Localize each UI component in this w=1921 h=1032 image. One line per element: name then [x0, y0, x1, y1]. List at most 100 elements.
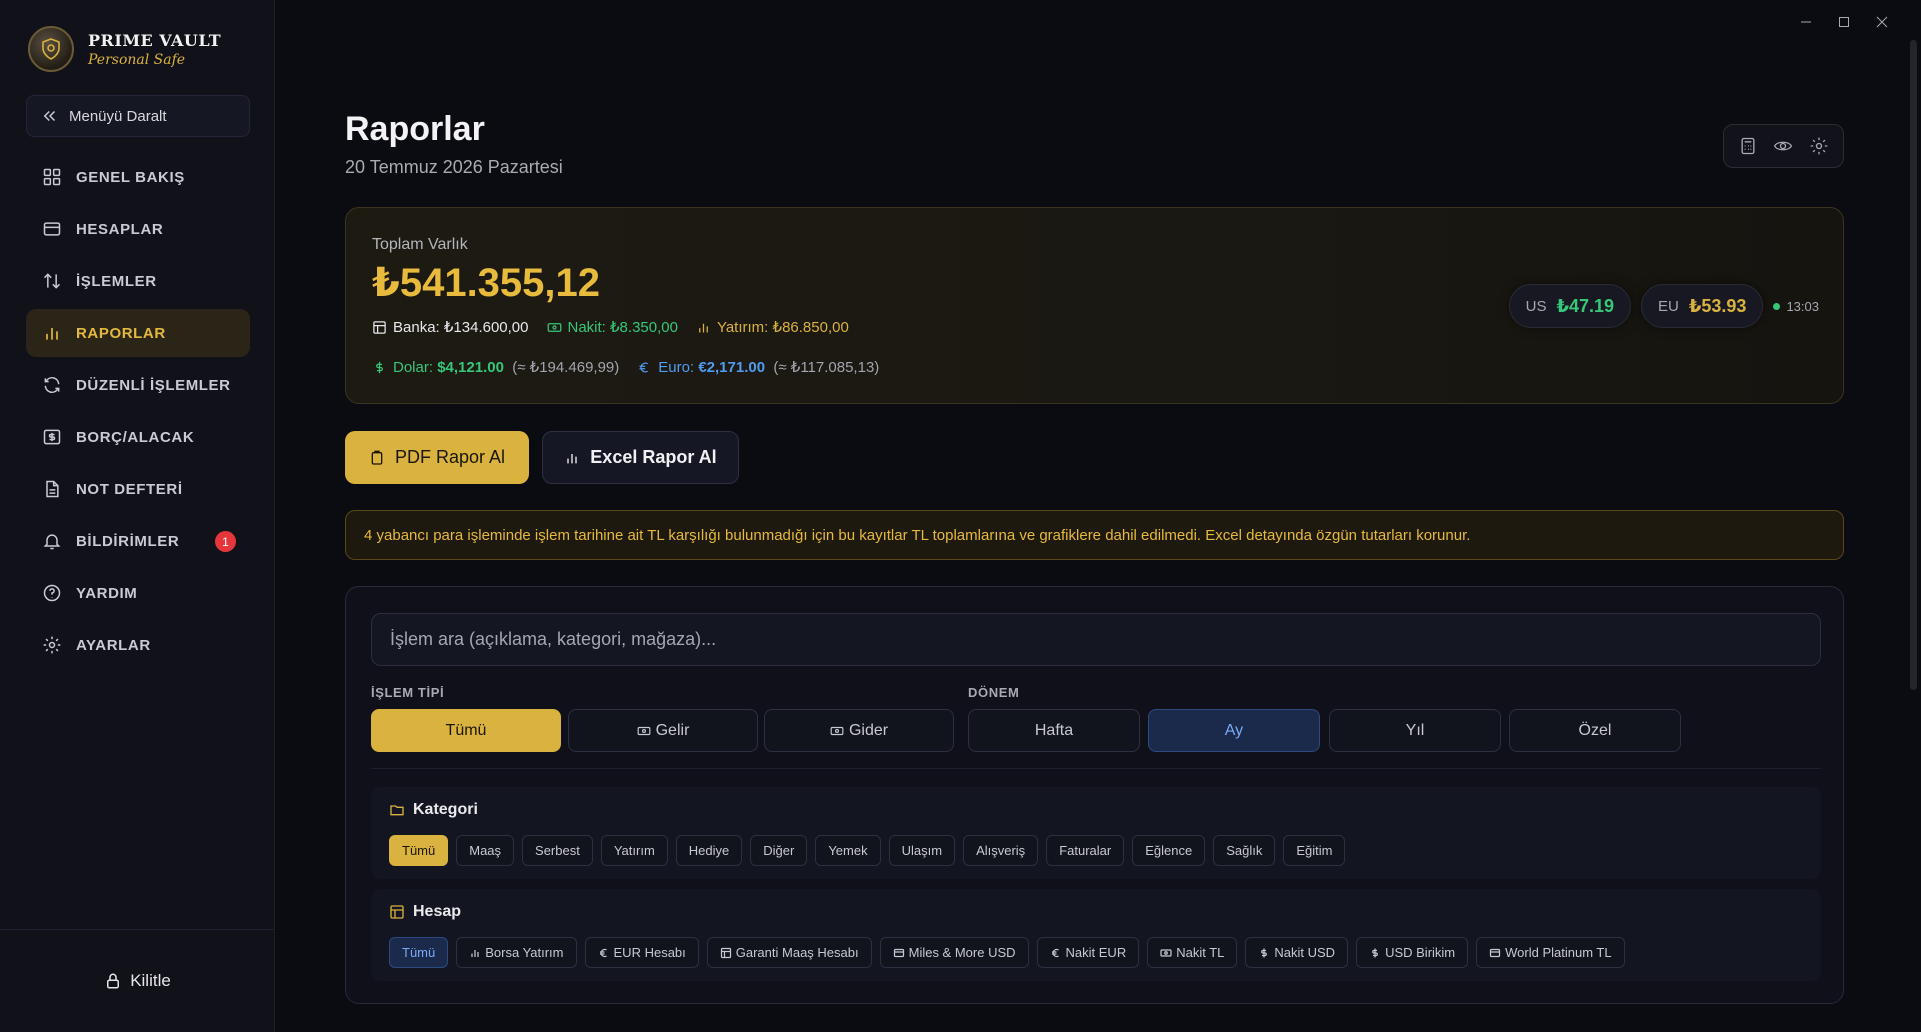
folder-icon — [390, 805, 404, 816]
sidebar-item-label: BORÇ/ALACAK — [76, 428, 195, 446]
category-chip[interactable]: Alışveriş — [963, 835, 1039, 866]
card-icon — [43, 222, 61, 236]
maximize-button[interactable] — [1825, 12, 1863, 32]
category-chip[interactable]: Maaş — [456, 835, 515, 866]
dollar-icon — [1372, 948, 1378, 957]
period-month-button[interactable]: Ay — [1148, 709, 1320, 752]
transaction-type-label: İŞLEM TİPİ — [371, 685, 445, 700]
bar-chart-icon — [699, 323, 708, 332]
period-year-button[interactable]: Yıl — [1329, 709, 1501, 752]
sidebar-item-label: HESAPLAR — [76, 220, 164, 238]
fx-warning-banner: 4 yabancı para işleminde işlem tarihine … — [345, 510, 1844, 560]
refresh-icon — [44, 376, 60, 394]
total-assets-label: Toplam Varlık — [372, 236, 468, 253]
account-chip-label: Miles & More USD — [908, 945, 1016, 960]
sidebar-item-ayarlar[interactable]: AYARLAR — [26, 621, 250, 669]
account-chip[interactable]: Borsa Yatırım — [456, 937, 577, 968]
account-chip[interactable]: World Platinum TL — [1476, 937, 1625, 968]
account-chip-label: Nakit TL — [1176, 945, 1225, 960]
sidebar-item-yardim[interactable]: YARDIM — [26, 569, 250, 617]
category-chips: Tümü Maaş Serbest Yatırım Hediye Diğer Y… — [389, 835, 1353, 866]
account-chip[interactable]: Tümü — [389, 937, 449, 968]
period-week-button[interactable]: Hafta — [968, 709, 1140, 752]
sidebar-item-borc-alacak[interactable]: BORÇ/ALACAK — [26, 413, 250, 461]
category-chip[interactable]: Tümü — [389, 835, 449, 866]
lock-button[interactable]: Kilitle — [104, 971, 171, 991]
euro-icon — [599, 948, 607, 957]
category-chip[interactable]: Diğer — [750, 835, 808, 866]
filter-panel: İŞLEM TİPİ Tümü Gelir Gider DÖNEM Hafta … — [345, 586, 1844, 1004]
category-chip[interactable]: Hediye — [675, 835, 743, 866]
page-date: 20 Temmuz 2026 Pazartesi — [345, 157, 563, 177]
investment-total: Yatırım: ₺86.850,00 — [696, 318, 849, 336]
account-chip[interactable]: EUR Hesabı — [584, 937, 699, 968]
cash-icon — [547, 322, 561, 332]
dollar-icon — [376, 361, 383, 373]
category-chip[interactable]: Eğlence — [1132, 835, 1206, 866]
rates-updated: 13:03 — [1773, 299, 1819, 314]
notification-badge: 1 — [215, 531, 236, 552]
account-chip[interactable]: Nakit USD — [1245, 937, 1349, 968]
type-expense-button[interactable]: Gider — [764, 709, 954, 752]
close-button[interactable] — [1863, 12, 1901, 32]
investment-label: Yatırım: — [716, 318, 769, 336]
eye-icon[interactable] — [1773, 136, 1793, 156]
account-chip[interactable]: USD Birikim — [1356, 937, 1469, 968]
settings-icon[interactable] — [1809, 136, 1829, 156]
pdf-report-button[interactable]: PDF Rapor Al — [345, 431, 529, 484]
transaction-search-input[interactable] — [371, 613, 1821, 666]
cash-icon — [830, 726, 844, 735]
close-icon — [1876, 16, 1888, 28]
account-chip[interactable]: Nakit TL — [1147, 937, 1238, 968]
type-all-button[interactable]: Tümü — [371, 709, 561, 752]
usd-label: Dolar: — [393, 358, 434, 376]
page-title: Raporlar — [345, 110, 485, 148]
type-income-button[interactable]: Gelir — [568, 709, 758, 752]
category-chip[interactable]: Eğitim — [1283, 835, 1346, 866]
sidebar-item-raporlar[interactable]: RAPORLAR — [26, 309, 250, 357]
category-chip[interactable]: Sağlık — [1213, 835, 1276, 866]
bank-icon — [373, 320, 386, 334]
type-expense-label: Gider — [848, 721, 889, 739]
excel-report-button[interactable]: Excel Rapor Al — [542, 431, 739, 484]
money-icon — [43, 429, 61, 445]
cash-total: Nakit: ₺8.350,00 — [547, 318, 678, 336]
sidebar-item-duzenli-islemler[interactable]: DÜZENLİ İŞLEMLER — [26, 361, 250, 409]
category-chip[interactable]: Yemek — [815, 835, 881, 866]
calculator-icon[interactable] — [1738, 136, 1758, 156]
account-chip[interactable]: Nakit EUR — [1036, 937, 1140, 968]
sidebar-item-islemler[interactable]: İŞLEMLER — [26, 257, 250, 305]
period-custom-button[interactable]: Özel — [1509, 709, 1681, 752]
eur-value: €2,171.00 — [698, 358, 766, 376]
category-chip[interactable]: Ulaşım — [888, 835, 956, 866]
scrollbar[interactable] — [1910, 40, 1917, 690]
category-chip[interactable]: Yatırım — [600, 835, 668, 866]
account-chip[interactable]: Miles & More USD — [879, 937, 1029, 968]
sidebar-item-bildirimler[interactable]: BİLDİRİMLER 1 — [26, 517, 250, 565]
account-chip[interactable]: Garanti Maaş Hesabı — [706, 937, 872, 968]
account-chip-label: Garanti Maaş Hesabı — [735, 945, 859, 960]
category-chip[interactable]: Serbest — [522, 835, 593, 866]
sidebar-item-not-defteri[interactable]: NOT DEFTERİ — [26, 465, 250, 513]
account-chip-label: World Platinum TL — [1505, 945, 1612, 960]
lock-icon — [107, 973, 120, 989]
category-chip[interactable]: Faturalar — [1046, 835, 1125, 866]
minimize-button[interactable] — [1787, 12, 1825, 32]
cash-icon — [637, 726, 651, 735]
category-title: Kategori — [389, 801, 478, 819]
maximize-icon — [1839, 17, 1849, 27]
sidebar-item-genel-bakis[interactable]: GENEL BAKIŞ — [26, 153, 250, 201]
account-chip-label: Tümü — [402, 945, 436, 960]
period-label: DÖNEM — [968, 685, 1020, 700]
arrows-updown-icon — [43, 273, 61, 289]
sidebar-item-hesaplar[interactable]: HESAPLAR — [26, 205, 250, 253]
rate-code: EU — [1658, 297, 1679, 315]
brand: PRIME VAULT Personal Safe — [28, 26, 221, 72]
divider — [371, 768, 1821, 769]
collapse-menu-button[interactable]: Menüyü Daralt — [26, 95, 250, 137]
euro-icon — [639, 362, 649, 372]
account-chip-label: EUR Hesabı — [613, 945, 686, 960]
sidebar-footer: Kilitle — [0, 929, 275, 1032]
help-icon — [43, 584, 61, 602]
bar-chart-icon — [46, 328, 58, 340]
